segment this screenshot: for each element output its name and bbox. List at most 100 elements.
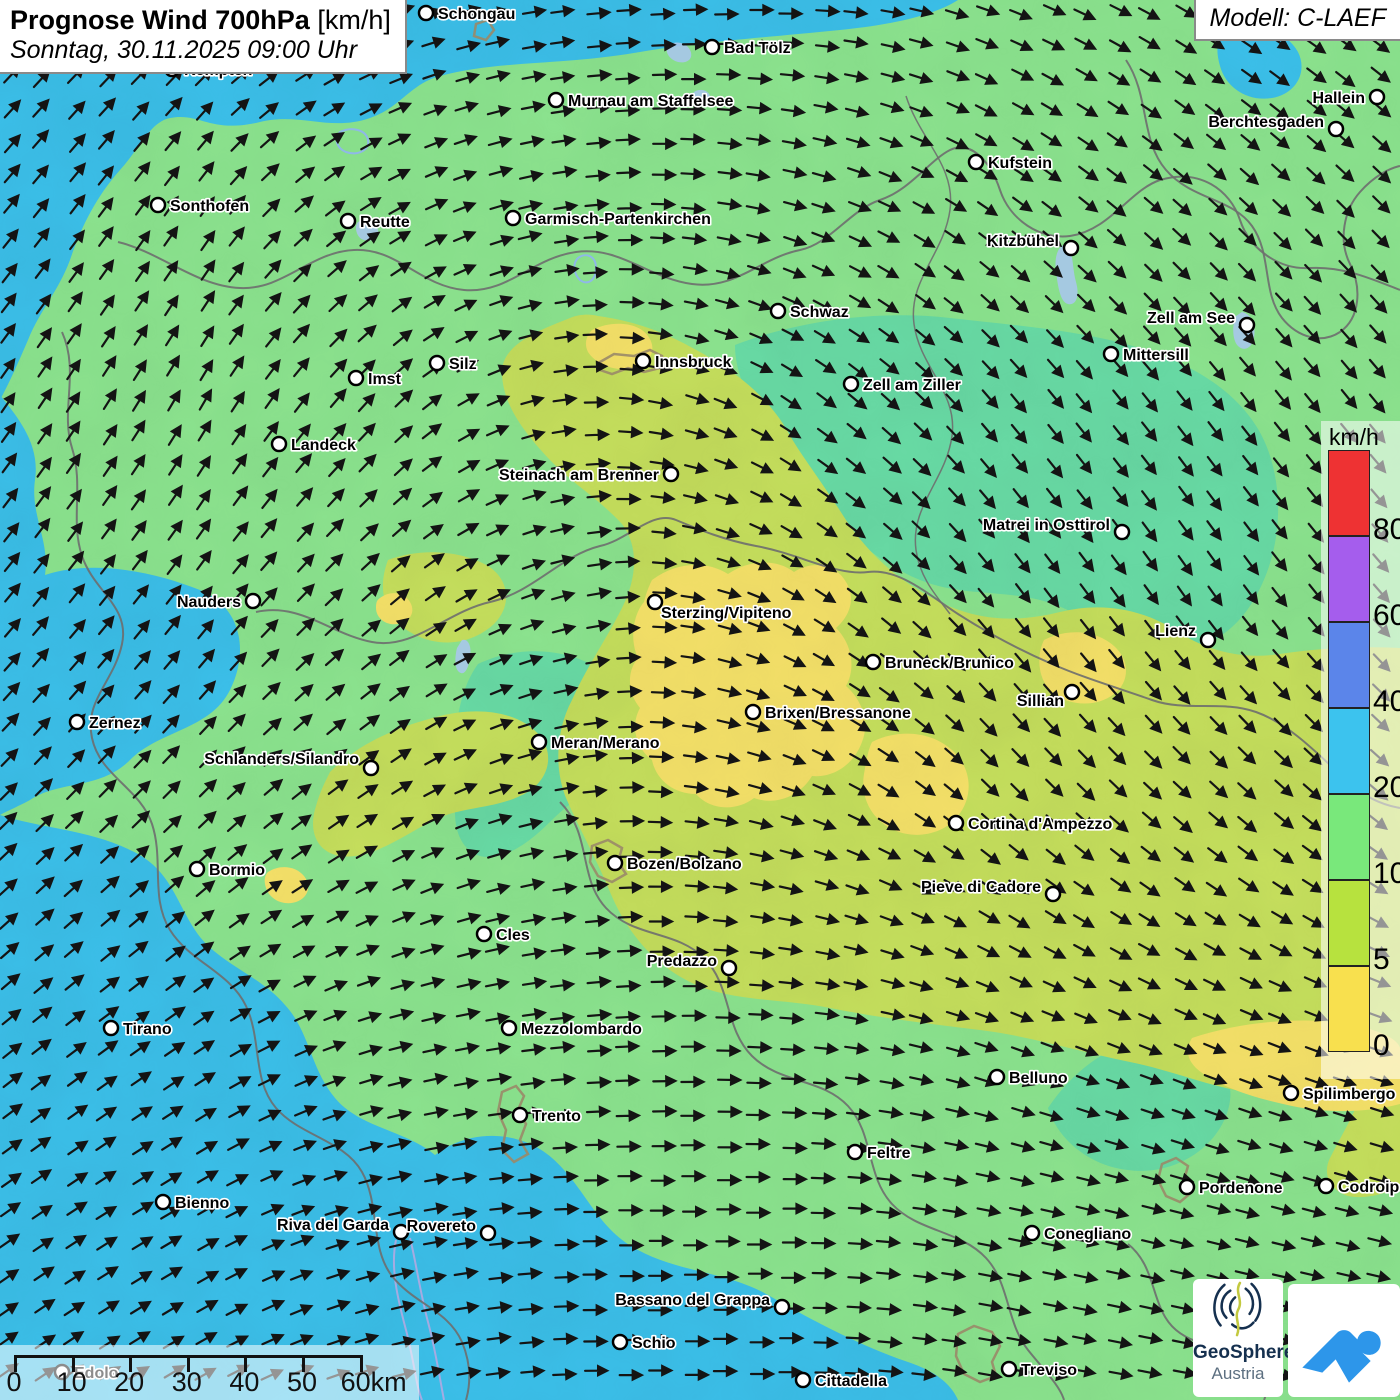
map-title-text: Prognose Wind 700hPa: [10, 5, 310, 35]
city-label: Kufstein: [988, 155, 1052, 172]
city-label: Pieve di Cadore: [921, 879, 1041, 896]
city-label: Cortina d'Ampezzo: [968, 816, 1112, 833]
legend-unit-label: km/h: [1329, 424, 1379, 451]
city-marker: [722, 961, 736, 975]
legend-bin-20: [1328, 708, 1370, 794]
city-marker: [844, 377, 858, 391]
city-marker: [866, 655, 880, 669]
map-title: Prognose Wind 700hPa [km/h]: [10, 5, 391, 36]
city-marker: [246, 594, 260, 608]
city-label: Bad Tölz: [724, 40, 791, 57]
city-marker: [990, 1070, 1004, 1084]
city-label: Zernez: [89, 715, 141, 732]
city-bruneck-brunico: Bruneck/Brunico: [866, 655, 1014, 672]
city-marker: [1064, 241, 1078, 255]
scalebar-label-0: 0: [6, 1367, 21, 1398]
city-brixen-bressanone: Brixen/Bressanone: [746, 705, 911, 722]
map-title-unit: [km/h]: [310, 5, 391, 35]
geosphere-logo: GeoSphere Austria: [1193, 1279, 1283, 1397]
city-marker: [477, 927, 491, 941]
city-marker: [1104, 347, 1118, 361]
city-marker: [636, 354, 650, 368]
city-marker: [104, 1021, 118, 1035]
map-scalebar: 0102030405060km: [0, 1345, 419, 1400]
city-label: Tirano: [123, 1021, 172, 1038]
city-marker: [969, 155, 983, 169]
city-label: Garmisch-Partenkirchen: [525, 211, 711, 228]
city-label: Codroipo: [1338, 1179, 1400, 1196]
city-marker: [1046, 887, 1060, 901]
city-label: Kitzbühel: [987, 233, 1059, 250]
city-label: Predazzo: [647, 953, 717, 970]
city-marker: [1065, 685, 1079, 699]
geosphere-country: Austria: [1193, 1364, 1283, 1384]
city-label: Mezzolombardo: [521, 1021, 642, 1038]
city-garmisch-partenkirchen: Garmisch-Partenkirchen: [506, 211, 711, 228]
city-bozen-bolzano: Bozen/Bolzano: [608, 856, 742, 873]
city-label: Reutte: [360, 214, 410, 231]
city-label: Schwaz: [790, 304, 849, 321]
city-label: Steinach am Brenner: [499, 467, 659, 484]
scalebar-label-50: 50: [287, 1367, 317, 1398]
city-label: Cles: [496, 927, 530, 944]
city-marker: [272, 437, 286, 451]
city-marker: [775, 1300, 789, 1314]
city-label: Berchtesgaden: [1208, 114, 1324, 131]
city-label: Bassano del Grappa: [615, 1292, 770, 1309]
city-label: Bozen/Bolzano: [627, 856, 742, 873]
city-marker: [771, 304, 785, 318]
city-marker: [608, 856, 622, 870]
city-label: Innsbruck: [655, 354, 732, 371]
city-label: Lienz: [1155, 623, 1196, 640]
city-marker: [1240, 318, 1254, 332]
title-box: Prognose Wind 700hPa [km/h] Sonntag, 30.…: [0, 0, 407, 74]
city-marker: [1201, 633, 1215, 647]
city-marker: [70, 715, 84, 729]
city-cles: Cles: [477, 927, 530, 944]
model-label: Modell: C-LAEF: [1194, 0, 1400, 41]
city-label: Hallein: [1313, 90, 1365, 107]
legend-bin-40: [1328, 622, 1370, 708]
city-marker: [506, 211, 520, 225]
city-label: Riva del Garda: [277, 1217, 389, 1234]
city-marker: [419, 6, 433, 20]
city-label: Schongau: [438, 6, 515, 23]
wind-speed-legend: km/h 806040201050: [1321, 421, 1400, 1079]
city-marker: [190, 862, 204, 876]
legend-value-80: 80: [1373, 513, 1400, 547]
city-marker: [341, 214, 355, 228]
city-meran-merano: Meran/Merano: [532, 735, 660, 752]
city-marker: [796, 1373, 810, 1387]
city-marker: [481, 1226, 495, 1240]
city-marker: [1370, 90, 1384, 104]
geosphere-swirl-icon: [1209, 1279, 1267, 1341]
geosphere-org-name: GeoSphere: [1193, 1342, 1283, 1364]
city-imst: Imst: [349, 371, 402, 388]
city-schio: Schio: [613, 1335, 676, 1352]
legend-bin-10: [1328, 794, 1370, 880]
city-marker: [156, 1195, 170, 1209]
city-marker: [648, 595, 662, 609]
legend-value-0: 0: [1373, 1029, 1390, 1063]
city-marker: [532, 735, 546, 749]
scalebar-label-40: 40: [229, 1367, 259, 1398]
city-label: Sonthofen: [170, 198, 249, 215]
city-label: Silz: [449, 356, 477, 373]
legend-value-10: 10: [1373, 857, 1400, 891]
legend-bin-80: [1328, 450, 1370, 536]
city-label: Conegliano: [1044, 1226, 1131, 1243]
legend-value-60: 60: [1373, 599, 1400, 633]
city-marker: [1284, 1086, 1298, 1100]
city-cortina-d-ampezzo: Cortina d'Ampezzo: [949, 816, 1112, 833]
map-datetime: Sonntag, 30.11.2025 09:00 Uhr: [10, 36, 391, 65]
city-marker: [430, 356, 444, 370]
city-marker: [502, 1021, 516, 1035]
city-marker: [746, 705, 760, 719]
city-label: Belluno: [1009, 1070, 1068, 1087]
city-marker: [513, 1108, 527, 1122]
legend-bin-60: [1328, 536, 1370, 622]
city-label: Zell am Ziller: [863, 377, 961, 394]
city-marker: [949, 816, 963, 830]
city-label: Nauders: [177, 594, 241, 611]
city-marker: [1180, 1180, 1194, 1194]
